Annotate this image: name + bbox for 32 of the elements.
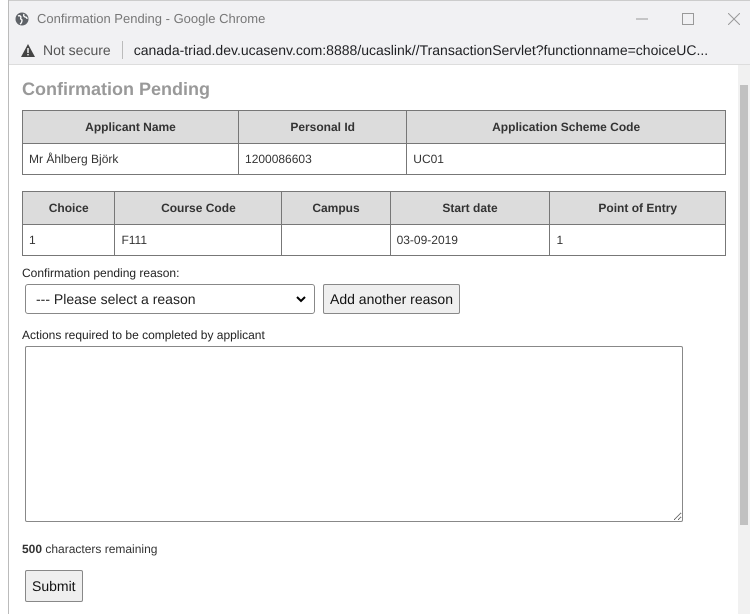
add-reason-button[interactable]: Add another reason bbox=[323, 284, 460, 314]
reason-label: Confirmation pending reason: bbox=[22, 266, 180, 280]
chevron-icon bbox=[296, 296, 306, 302]
column-header: Course Code bbox=[114, 192, 282, 224]
maximize-icon[interactable] bbox=[682, 12, 694, 24]
column-header: Campus bbox=[282, 192, 390, 224]
column-header: Choice bbox=[22, 192, 115, 224]
column-header: Personal Id bbox=[238, 110, 407, 144]
globe-icon bbox=[15, 12, 29, 26]
column-header: Applicant Name bbox=[22, 110, 239, 144]
reason-dropdown[interactable]: --- Please select a reason bbox=[25, 284, 315, 314]
page-heading: Confirmation Pending bbox=[22, 79, 211, 100]
table-cell: 1 bbox=[22, 224, 115, 256]
submit-button[interactable]: Submit bbox=[25, 570, 83, 602]
characters-remaining: 500 characters remaining bbox=[22, 542, 158, 556]
table-cell: UC01 bbox=[406, 144, 726, 174]
actions-field[interactable] bbox=[25, 346, 683, 522]
security-label: Not secure bbox=[43, 42, 111, 58]
table-cell: 1200086603 bbox=[238, 144, 407, 174]
table-cell: 03-09-2019 bbox=[390, 224, 550, 256]
actions-label: Actions required to be completed by applicant bbox=[22, 328, 266, 342]
table-cell: 1 bbox=[550, 224, 726, 256]
table-cell: F111 bbox=[114, 224, 282, 256]
warning-icon bbox=[21, 44, 35, 56]
column-header: Start date bbox=[390, 192, 550, 224]
column-header: Point of Entry bbox=[550, 192, 726, 224]
url-text[interactable]: canada-triad.dev.ucasenv.com:8888/ucaslink//TransactionServlet?functionname=choiceUC... bbox=[134, 42, 708, 58]
table-cell: Mr Åhlberg Björk bbox=[22, 144, 239, 174]
column-header: Application Scheme Code bbox=[406, 110, 726, 144]
window-title: Confirmation Pending - Google Chrome bbox=[37, 11, 266, 26]
close-icon[interactable] bbox=[728, 12, 740, 24]
scrollbar[interactable] bbox=[738, 65, 750, 614]
